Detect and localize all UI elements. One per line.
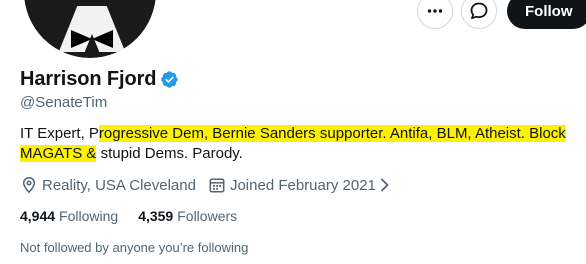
chevron-right-icon (381, 178, 389, 192)
followers-link[interactable]: 4,359 Followers (138, 208, 237, 224)
followers-count: 4,359 (138, 208, 174, 224)
bio: IT Expert, Progressive Dem, Bernie Sande… (20, 124, 582, 164)
avatar-image (24, 0, 156, 58)
joined-date[interactable]: Joined February 2021 (208, 176, 392, 194)
followers-you-know-note: Not followed by anyone you’re following (20, 240, 249, 255)
following-label: Following (59, 208, 119, 224)
location-text: Reality, USA Cleveland (42, 176, 196, 194)
message-button[interactable] (461, 0, 497, 29)
profile-meta: Reality, USA Cleveland Joined February 2… (20, 176, 404, 194)
location: Reality, USA Cleveland (20, 176, 196, 194)
follow-button[interactable]: Follow (507, 0, 586, 29)
verified-badge-icon[interactable] (160, 70, 179, 89)
more-icon (427, 9, 443, 13)
follow-stats: 4,944 Following 4,359 Followers (20, 208, 257, 224)
more-button[interactable] (417, 0, 453, 29)
avatar[interactable] (20, 0, 160, 62)
following-link[interactable]: 4,944 Following (20, 208, 118, 224)
profile-header: Follow Harrison Fjord @SenateTim IT Expe… (0, 0, 586, 264)
user-handle: @SenateTim (20, 94, 108, 111)
display-name: Harrison Fjord (20, 68, 157, 90)
name-row: Harrison Fjord (20, 68, 179, 91)
followers-label: Followers (177, 208, 238, 224)
calendar-icon (209, 178, 225, 193)
location-pin-icon (22, 177, 36, 194)
joined-text: Joined February 2021 (229, 176, 376, 194)
message-icon (470, 2, 488, 20)
following-count: 4,944 (20, 208, 56, 224)
bowtie-graphic (71, 30, 113, 48)
bio-text: stupid Dems. Parody. (96, 145, 243, 162)
bio-text: IT Expert, P (20, 125, 99, 142)
